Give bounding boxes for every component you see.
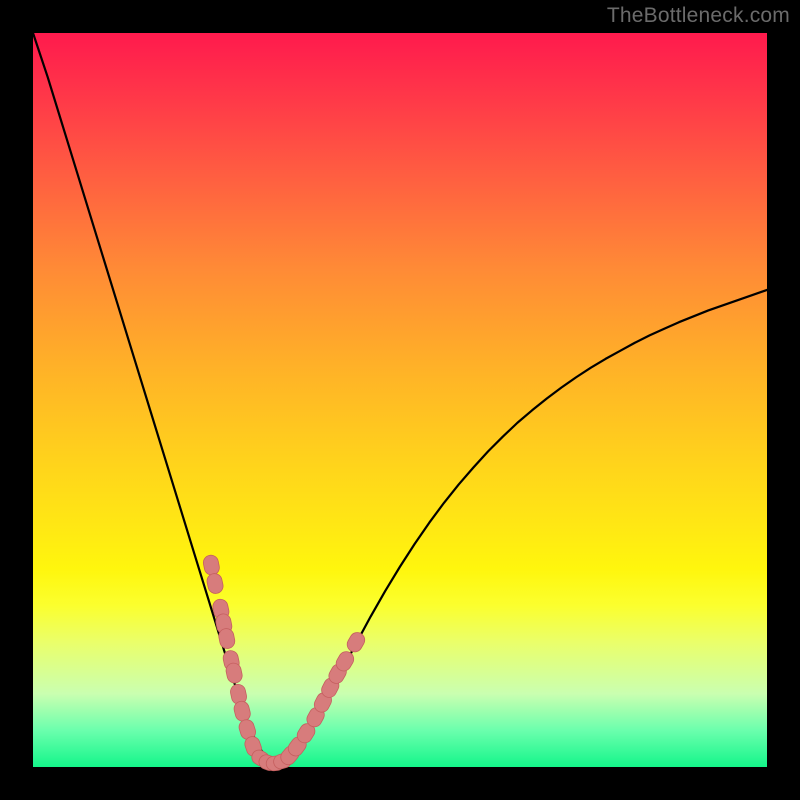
plot-area <box>33 33 767 767</box>
bottleneck-curve <box>33 33 767 767</box>
chart-frame: TheBottleneck.com <box>0 0 800 800</box>
watermark-label: TheBottleneck.com <box>607 4 790 28</box>
